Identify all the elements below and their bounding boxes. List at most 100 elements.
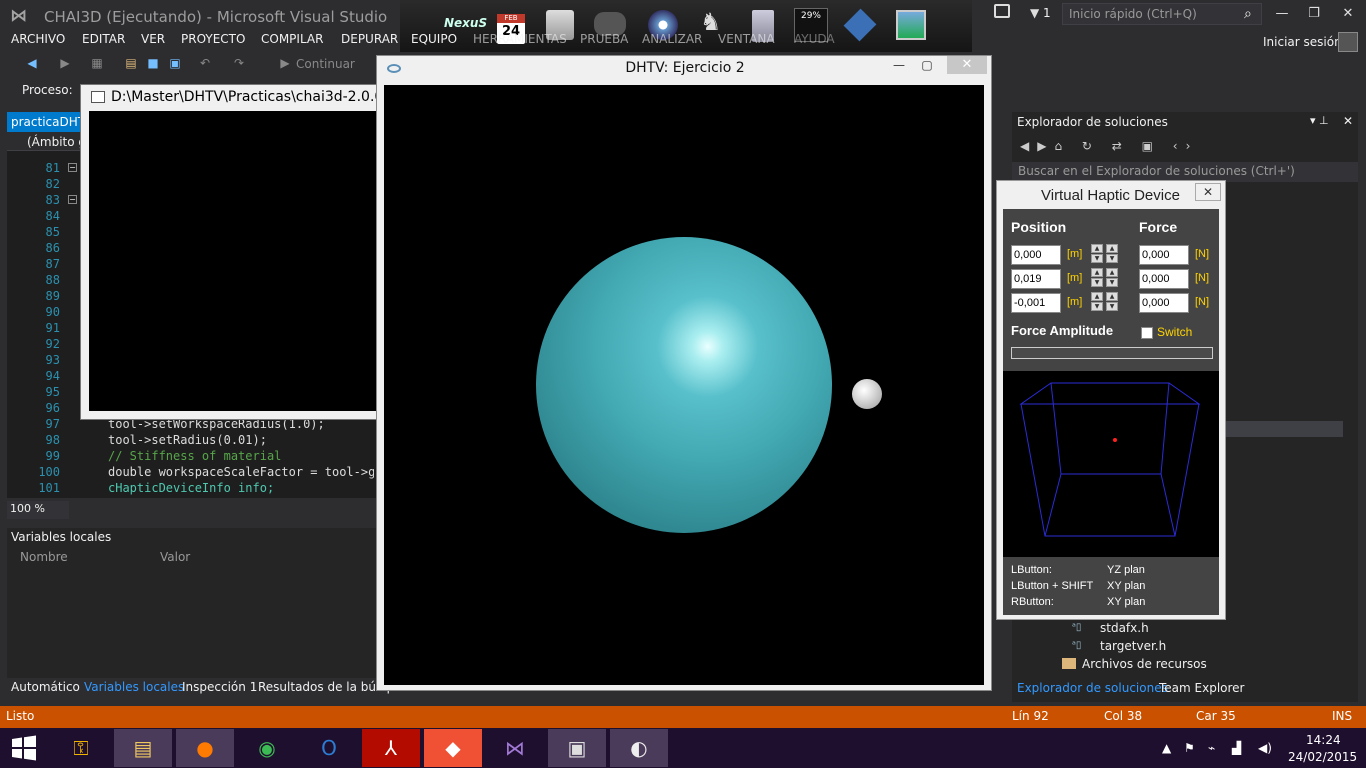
solution-item-targetver[interactable]: targetver.h	[1100, 639, 1166, 653]
quick-launch-input[interactable]: Inicio rápido (Ctrl+Q)	[1062, 3, 1262, 25]
menu-ver[interactable]: VER	[141, 32, 165, 52]
opengl-window[interactable]: DHTV: Ejercicio 2 — ▢ ✕	[376, 55, 992, 691]
taskbar-acrobat-icon[interactable]: ⅄	[362, 729, 420, 767]
forward-icon[interactable]: ▶	[58, 56, 72, 70]
taskbar-git-icon[interactable]: ◆	[424, 729, 482, 767]
code-line[interactable]: tool->setRadius(0.01);	[108, 432, 267, 448]
taskbar-outlook-icon[interactable]: O	[300, 729, 358, 767]
menu-compilar[interactable]: COMPILAR	[261, 32, 323, 52]
position-z-input[interactable]: -0,001	[1011, 293, 1061, 313]
spin-down-button[interactable]: ▼	[1091, 302, 1103, 311]
render-canvas[interactable]	[384, 85, 984, 685]
tray-volume-icon[interactable]: ◀)	[1258, 741, 1272, 755]
force-x-input[interactable]: 0,000	[1139, 245, 1189, 265]
back-icon[interactable]: ◀	[25, 56, 39, 70]
switch-label[interactable]: Switch	[1157, 325, 1192, 339]
spin-down-button[interactable]: ▼	[1106, 302, 1118, 311]
taskbar-chai3d-icon[interactable]: ◐	[610, 729, 668, 767]
tray-chevron-icon[interactable]: ▲	[1162, 741, 1171, 755]
user-icon[interactable]	[1338, 32, 1358, 52]
force-amplitude-slider[interactable]	[1011, 347, 1213, 359]
restore-button[interactable]: ❐	[1300, 4, 1328, 24]
close-button[interactable]: ✕	[1334, 4, 1362, 24]
taskbar-visual-studio-icon[interactable]: ⋈	[486, 729, 544, 767]
new-project-icon[interactable]: ▦	[90, 56, 104, 70]
spin-up-button[interactable]: ▲	[1091, 244, 1103, 253]
locals-col-value[interactable]: Valor	[160, 550, 190, 564]
menu-herramientas[interactable]: HERRAMIENTAS	[473, 32, 567, 52]
minimize-button[interactable]: —	[1268, 4, 1296, 24]
spin-down-button[interactable]: ▼	[1106, 278, 1118, 287]
collapse-icon[interactable]: −	[68, 195, 77, 204]
panel-close-icon[interactable]: ✕	[1343, 114, 1353, 128]
tab-inspeccion-1[interactable]: Inspección 1	[182, 680, 257, 694]
position-x-input[interactable]: 0,000	[1011, 245, 1061, 265]
gl-maximize-button[interactable]: ▢	[919, 58, 935, 74]
menu-prueba[interactable]: PRUEBA	[580, 32, 628, 52]
clock-date[interactable]: 24/02/2015	[1288, 750, 1357, 764]
tab-team-explorer[interactable]: Team Explorer	[1159, 681, 1245, 695]
code-line[interactable]: double workspaceScaleFactor = tool->ge	[108, 464, 374, 480]
clock-time[interactable]: 14:24	[1306, 733, 1341, 747]
menu-archivo[interactable]: ARCHIVO	[11, 32, 65, 52]
solution-item-recursos[interactable]: Archivos de recursos	[1082, 657, 1207, 671]
taskbar-chrome-icon[interactable]: ◉	[238, 729, 296, 767]
tab-automatico[interactable]: Automático	[11, 680, 80, 698]
save-all-icon[interactable]: ▣	[168, 56, 182, 70]
menu-ventana[interactable]: VENTANA	[718, 32, 775, 52]
redo-icon[interactable]: ↷	[232, 56, 246, 70]
menu-equipo[interactable]: EQUIPO	[411, 32, 457, 52]
virtual-haptic-device-window[interactable]: Virtual Haptic Device ✕ Position Force 0…	[996, 180, 1226, 620]
spin-down-button[interactable]: ▼	[1091, 254, 1103, 263]
spin-up-button[interactable]: ▲	[1091, 268, 1103, 277]
taskbar-console-icon[interactable]: ▣	[548, 729, 606, 767]
menu-analizar[interactable]: ANALIZAR	[642, 32, 702, 52]
solution-search-input[interactable]: Buscar en el Explorador de soluciones (C…	[1012, 162, 1358, 182]
menu-depurar[interactable]: DEPURAR	[341, 32, 398, 52]
vhd-close-button[interactable]: ✕	[1195, 183, 1221, 201]
feedback-icon[interactable]: ▼	[1030, 6, 1039, 20]
notifications-icon[interactable]	[994, 4, 1010, 18]
collapse-icon[interactable]: −	[68, 163, 77, 172]
menu-ayuda[interactable]: AYUDA	[794, 32, 835, 52]
document-tab[interactable]: practicaDHTV	[7, 112, 87, 132]
start-button[interactable]	[10, 734, 38, 762]
spin-down-button[interactable]: ▼	[1091, 278, 1103, 287]
search-icon[interactable]: ⌕	[1244, 6, 1252, 22]
menu-editar[interactable]: EDITAR	[82, 32, 125, 52]
console-output[interactable]	[89, 111, 379, 411]
force-y-input[interactable]: 0,000	[1139, 269, 1189, 289]
undo-icon[interactable]: ↶	[198, 56, 212, 70]
code-comment[interactable]: // Stiffness of material	[108, 448, 281, 464]
code-line[interactable]: cHapticDeviceInfo info;	[108, 480, 274, 496]
spin-up-button[interactable]: ▲	[1106, 268, 1118, 277]
gl-close-button[interactable]: ✕	[947, 56, 987, 74]
spin-down-button[interactable]: ▼	[1106, 254, 1118, 263]
spin-up-button[interactable]: ▲	[1106, 292, 1118, 301]
taskbar-explorer-icon[interactable]: ▤	[114, 729, 172, 767]
zoom-dropdown[interactable]: 100 %	[7, 501, 69, 519]
gl-minimize-button[interactable]: —	[891, 58, 907, 74]
switch-checkbox[interactable]	[1141, 327, 1153, 339]
menu-proyecto[interactable]: PROYECTO	[181, 32, 245, 52]
save-icon[interactable]: ■	[146, 56, 160, 70]
locals-col-name[interactable]: Nombre	[20, 550, 68, 564]
play-icon[interactable]: ▶	[278, 56, 292, 70]
force-z-input[interactable]: 0,000	[1139, 293, 1189, 313]
solution-item-stdafx[interactable]: stdafx.h	[1100, 621, 1149, 635]
open-folder-icon[interactable]: ▤	[124, 56, 138, 70]
tab-variables-locales[interactable]: Variables locales	[84, 680, 184, 694]
position-y-input[interactable]: 0,019	[1011, 269, 1061, 289]
pictures-icon[interactable]	[896, 10, 926, 40]
tab-explorador-soluciones[interactable]: Explorador de soluciones	[1017, 681, 1168, 695]
console-window[interactable]: D:\Master\DHTV\Practicas\chai3d-2.0.0\	[80, 84, 381, 420]
workspace-view[interactable]	[1003, 371, 1219, 557]
tray-flag-icon[interactable]: ⚑	[1184, 741, 1195, 755]
taskbar-firefox-icon[interactable]: ●	[176, 729, 234, 767]
continue-button[interactable]: Continuar	[296, 57, 355, 71]
tray-network-icon[interactable]: ⌁	[1208, 741, 1215, 755]
sign-in-link[interactable]: Iniciar sesión	[1263, 35, 1342, 49]
pin-icon[interactable]: ▾ ⊥	[1310, 114, 1329, 127]
tray-signal-icon[interactable]: ▟	[1232, 741, 1241, 755]
taskbar-keys-icon[interactable]: ⚿	[52, 729, 110, 767]
